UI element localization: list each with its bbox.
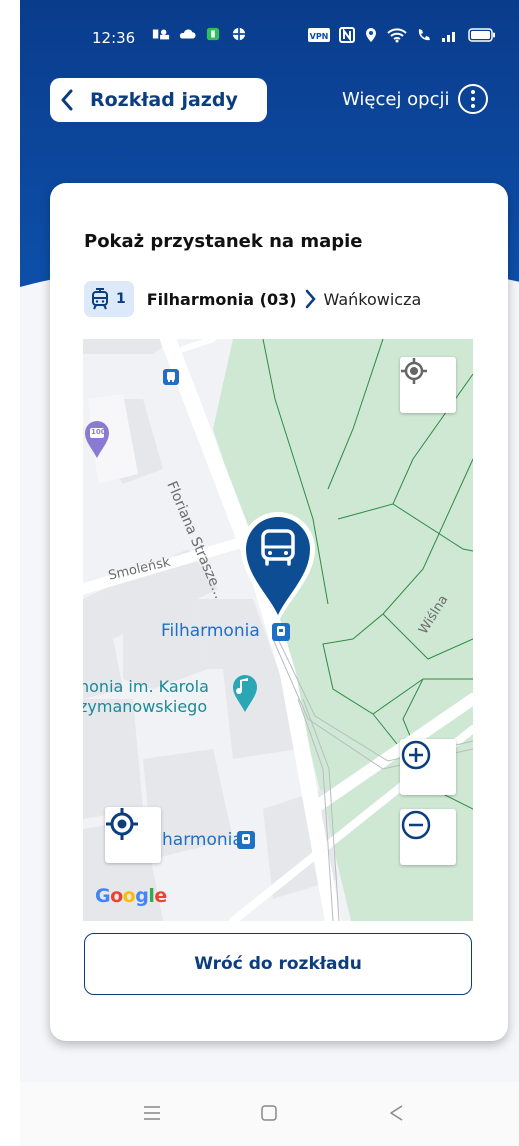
home-icon[interactable] (260, 1104, 278, 1122)
stop-from: Filharmonia (03) (146, 289, 297, 309)
google-letter: G (95, 885, 111, 907)
zoom-in-button[interactable] (400, 739, 456, 795)
back-button-label: Rozkład jazdy (90, 89, 238, 111)
zoom-out-button[interactable] (400, 809, 456, 865)
crosshair-icon (401, 358, 427, 384)
zoom-in-icon (401, 740, 431, 770)
place-pin-label: 100 (91, 428, 106, 436)
music-pin-icon[interactable] (231, 673, 259, 713)
poi-bottom-stop[interactable]: harmonia (162, 830, 243, 850)
bus-stop-small-icon[interactable] (163, 369, 179, 385)
system-nav-bar (20, 1082, 519, 1146)
more-options-label: Więcej opcji (342, 88, 450, 110)
wifi-icon (387, 28, 407, 43)
app-screen: 12:36 VPN Rozkład jazdy Więcej opcji Pok… (20, 0, 519, 1146)
chevron-left-icon (61, 89, 73, 111)
call-icon (418, 29, 430, 41)
bus-stop-pin-icon[interactable] (237, 507, 319, 625)
poi-karol-line1[interactable]: nonia im. Karola (83, 677, 209, 697)
map-view[interactable]: 100 Floriana Strasze... Smoleńsk Wiślna … (83, 339, 473, 921)
svg-text:VPN: VPN (310, 32, 329, 41)
more-vertical-icon (457, 84, 488, 114)
location-status-icon (366, 28, 376, 42)
chevron-right-icon (305, 289, 317, 309)
poi-karol-line2[interactable]: zymanowskiego (83, 697, 207, 717)
battery-app-icon (206, 27, 220, 41)
status-left-icons (152, 27, 248, 41)
line-badge: 1 (84, 281, 134, 317)
place-pin-icon[interactable] (83, 419, 111, 459)
app-notification-icon (152, 29, 170, 40)
center-stop-button[interactable] (105, 807, 161, 863)
card-title: Pokaż przystanek na mapie (84, 231, 363, 252)
shield-icon (232, 27, 246, 41)
stop-to: Wańkowicza (323, 289, 422, 309)
back-nav-icon[interactable] (388, 1104, 404, 1122)
cloud-icon (179, 29, 196, 39)
tram-icon (92, 288, 108, 310)
map-my-location-button[interactable] (400, 357, 456, 413)
google-letter: o (110, 885, 123, 907)
google-letter: o (122, 885, 136, 907)
menu-icon[interactable] (142, 1104, 162, 1122)
my-location-icon (106, 808, 138, 840)
status-right-icons: VPN (308, 27, 496, 43)
google-logo: Google (95, 885, 167, 907)
status-bar: 12:36 VPN (20, 0, 519, 72)
back-to-timetable-button[interactable]: Wróć do rozkładu (84, 933, 472, 995)
tram-stop-bottom-icon[interactable] (237, 831, 255, 849)
signal-icon (442, 32, 455, 42)
tram-stop-icon[interactable] (272, 623, 290, 641)
back-button[interactable]: Rozkład jazdy (50, 78, 267, 122)
more-options-button[interactable]: Więcej opcji (342, 84, 488, 114)
back-to-timetable-label: Wróć do rozkładu (194, 954, 362, 974)
zoom-out-icon (401, 810, 431, 840)
google-letter: g (135, 885, 149, 907)
google-letter: e (154, 885, 167, 907)
line-number: 1 (116, 291, 126, 307)
battery-icon (468, 28, 495, 42)
nfc-icon (339, 27, 355, 43)
stop-map-card: Pokaż przystanek na mapie 1 Filharmonia … (50, 183, 508, 1041)
vpn-icon: VPN (308, 28, 330, 42)
route-info: 1 Filharmonia (03) Wańkowicza (84, 281, 421, 317)
status-time: 12:36 (92, 29, 136, 47)
